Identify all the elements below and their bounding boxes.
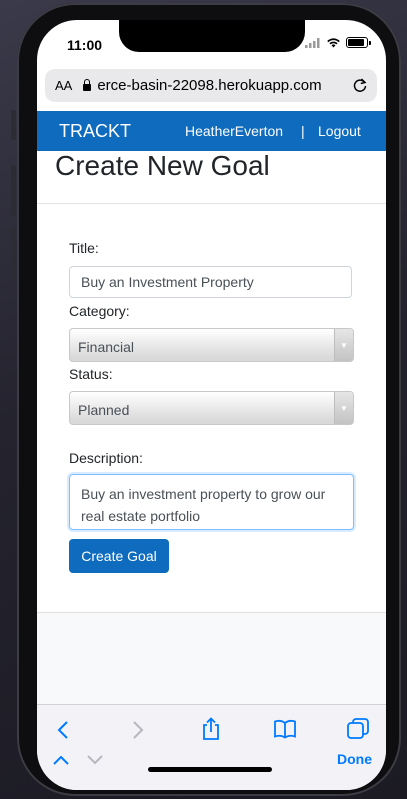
status-select[interactable]: Planned ▼ (69, 391, 354, 425)
description-label: Description: (69, 450, 143, 466)
category-label: Category: (69, 303, 130, 319)
safari-toolbar: Done (37, 704, 386, 790)
brand-logo[interactable]: TRACKT (59, 121, 131, 142)
lock-icon (83, 79, 92, 91)
previous-field-icon[interactable] (52, 754, 70, 766)
nav-separator: | (301, 123, 305, 139)
status-label: Status: (69, 366, 113, 382)
volume-up-button (11, 165, 16, 217)
forward-icon[interactable] (131, 720, 145, 740)
page-background (37, 613, 386, 705)
page-title: Create New Goal (55, 150, 270, 181)
done-button[interactable]: Done (337, 751, 372, 767)
tabs-icon[interactable] (347, 718, 369, 740)
title-input[interactable]: Buy an Investment Property (69, 266, 352, 298)
nav-user-link[interactable]: HeatherEverton (185, 123, 283, 139)
status-value: Planned (78, 402, 130, 418)
back-icon[interactable] (56, 720, 70, 740)
share-icon[interactable] (201, 717, 221, 741)
cellular-signal-icon (305, 37, 320, 48)
status-time: 11:00 (67, 37, 103, 53)
notch (119, 20, 305, 52)
divider (37, 203, 386, 204)
phone-screen: 11:00 AA erce-basin-22098.herokuapp.com … (37, 20, 386, 790)
next-field-icon[interactable] (86, 754, 104, 766)
chevron-down-icon: ▼ (334, 329, 353, 361)
logout-link[interactable]: Logout (318, 123, 361, 139)
title-label: Title: (69, 240, 99, 256)
volume-down-button (11, 228, 16, 280)
text-size-button[interactable]: AA (55, 78, 72, 93)
url-text: erce-basin-22098.herokuapp.com (97, 77, 322, 94)
mute-switch (11, 110, 16, 140)
address-bar[interactable]: AA erce-basin-22098.herokuapp.com (45, 69, 377, 102)
bookmarks-icon[interactable] (273, 719, 297, 739)
battery-icon (346, 37, 371, 48)
home-indicator[interactable] (148, 767, 272, 772)
category-value: Financial (78, 339, 135, 355)
create-goal-button[interactable]: Create Goal (69, 539, 169, 573)
site-navbar: TRACKT HeatherEverton | Logout (37, 111, 386, 151)
category-select[interactable]: Financial ▼ (69, 328, 354, 362)
status-icons (305, 37, 371, 48)
description-textarea[interactable]: Buy an investment property to grow our r… (69, 474, 354, 530)
wifi-icon (327, 38, 340, 48)
chevron-down-icon: ▼ (334, 392, 353, 424)
reload-icon[interactable] (352, 77, 368, 94)
